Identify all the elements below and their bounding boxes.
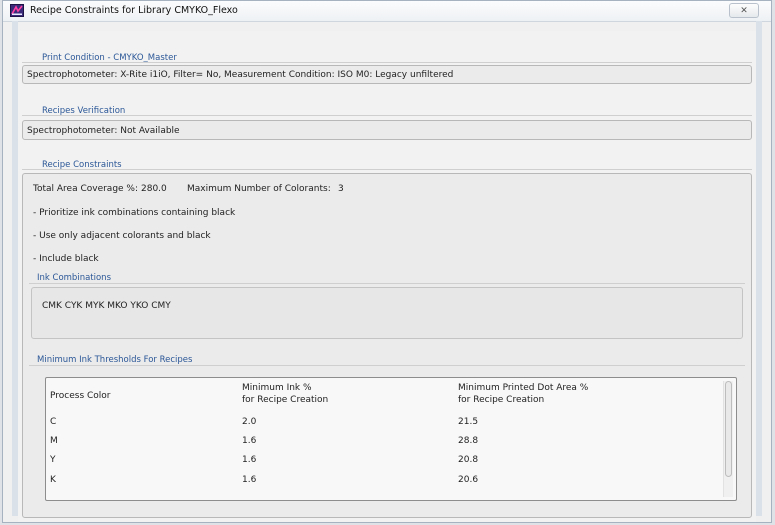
close-button[interactable]: ✕	[729, 3, 759, 18]
ink-combinations-box: CMK CYK MYK MKO YKO CMY	[31, 287, 743, 339]
recipes-verification-text: Spectrophotometer: Not Available	[27, 126, 180, 136]
close-icon: ✕	[740, 5, 748, 16]
header-min-dot: Minimum Printed Dot Area %	[458, 383, 589, 393]
ink-combinations-value: CMK CYK MYK MKO YKO CMY	[42, 301, 171, 311]
cell-min-ink: 1.6	[242, 475, 257, 485]
cell-min-dot: 28.8	[458, 436, 479, 446]
cell-min-dot: 21.5	[458, 417, 479, 427]
rule-item: - Prioritize ink combinations containing…	[33, 208, 236, 218]
divider	[29, 365, 745, 366]
print-condition-box: Spectrophotometer: X-Rite i1iO, Filter= …	[22, 65, 752, 84]
max-colorants-label: Maximum Number of Colorants:	[187, 184, 331, 194]
rule-item: - Use only adjacent colorants and black	[33, 231, 211, 241]
divider	[29, 283, 745, 284]
cell-process-color: C	[50, 417, 57, 427]
table-scrollbar[interactable]	[723, 381, 733, 497]
header-min-ink-sub: for Recipe Creation	[242, 395, 329, 405]
cell-min-ink: 1.6	[242, 455, 257, 465]
cell-min-dot: 20.8	[458, 455, 479, 465]
divider	[22, 169, 752, 170]
dialog-window: Recipe Constraints for Library CMYKO_Fle…	[2, 0, 772, 523]
dialog-content: Print Condition - CMYKO_Master Spectroph…	[18, 31, 756, 522]
header-process-color: Process Color	[50, 391, 111, 401]
header-min-ink: Minimum Ink %	[242, 383, 312, 393]
app-icon	[10, 4, 24, 17]
cell-min-ink: 1.6	[242, 436, 257, 446]
recipes-verification-box: Spectrophotometer: Not Available	[22, 120, 752, 140]
cell-process-color: Y	[50, 455, 56, 465]
title-bar[interactable]: Recipe Constraints for Library CMYKO_Fle…	[3, 1, 771, 22]
print-condition-text: Spectrophotometer: X-Rite i1iO, Filter= …	[27, 70, 454, 80]
header-min-dot-sub: for Recipe Creation	[458, 395, 545, 405]
cell-min-dot: 20.6	[458, 475, 479, 485]
cell-min-ink: 2.0	[242, 417, 257, 427]
recipe-constraints-box: Total Area Coverage %: 280.0 Maximum Num…	[22, 173, 752, 518]
max-colorants-value: 3	[338, 184, 344, 194]
window-frame-right	[756, 21, 762, 516]
total-area-coverage-label: Total Area Coverage %:	[33, 184, 139, 194]
cell-process-color: K	[50, 475, 56, 485]
rule-item: - Include black	[33, 254, 99, 264]
total-area-coverage-value: 280.0	[141, 184, 167, 194]
thresholds-label: Minimum Ink Thresholds For Recipes	[37, 355, 193, 365]
divider	[22, 62, 752, 63]
cell-process-color: M	[50, 436, 58, 446]
divider	[22, 115, 752, 116]
scrollbar-thumb[interactable]	[725, 381, 732, 477]
window-title: Recipe Constraints for Library CMYKO_Fle…	[30, 5, 238, 16]
ink-combinations-label: Ink Combinations	[37, 273, 111, 283]
thresholds-table[interactable]: Process Color Minimum Ink % for Recipe C…	[45, 377, 737, 501]
